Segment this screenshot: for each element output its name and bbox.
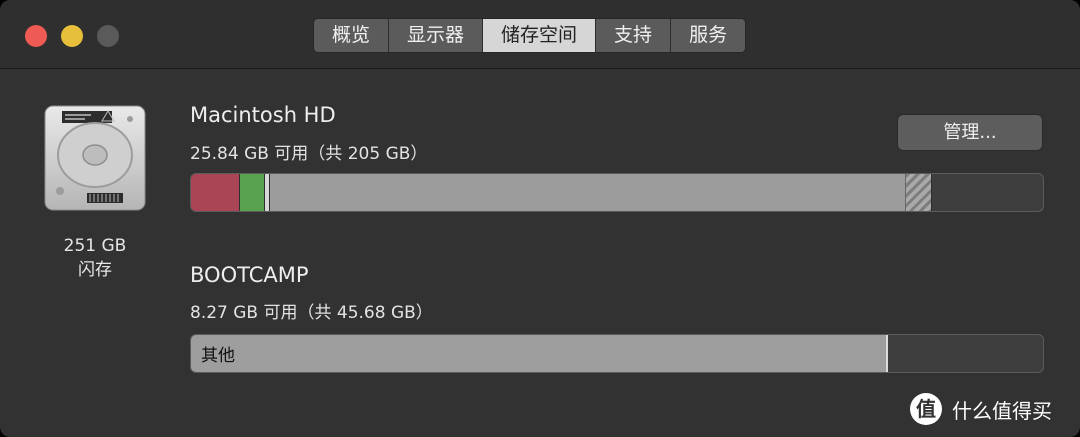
disk-type: 闪存	[78, 260, 112, 280]
tab-storage[interactable]: 储存空间	[483, 19, 597, 52]
manage-button[interactable]: 管理...	[897, 114, 1043, 151]
volume-availability: 8.27 GB 可用（共 45.68 GB）	[190, 303, 433, 323]
usage-segment-documents[interactable]	[240, 174, 265, 211]
volume-availability: 25.84 GB 可用（共 205 GB）	[190, 144, 428, 164]
tab-service[interactable]: 服务	[671, 19, 746, 52]
close-button[interactable]	[25, 25, 47, 47]
system-info-window: 概览 显示器 储存空间 支持 服务 251 GB 闪存 Macintosh HD…	[0, 0, 1080, 437]
usage-segment-purgeable[interactable]	[906, 174, 932, 211]
watermark: 值 什么值得买	[910, 393, 1052, 425]
volume-name: Macintosh HD	[190, 103, 336, 127]
tab-bar: 概览 显示器 储存空间 支持 服务	[313, 18, 747, 53]
minimize-button[interactable]	[61, 25, 83, 47]
tab-support[interactable]: 支持	[596, 19, 672, 52]
watermark-text: 什么值得买	[952, 398, 1052, 423]
usage-segment-label: 其他	[201, 346, 235, 366]
usage-segment-apps[interactable]	[191, 174, 240, 211]
storage-usage-bar[interactable]: 其他	[190, 334, 1044, 373]
disk-capacity: 251 GB	[63, 236, 127, 256]
tab-overview[interactable]: 概览	[314, 19, 390, 52]
disk-summary: 251 GB 闪存	[40, 234, 150, 282]
watermark-logo-icon: 值	[910, 393, 942, 425]
title-bar: 概览 显示器 储存空间 支持 服务	[0, 0, 1080, 69]
storage-usage-bar[interactable]	[190, 173, 1044, 212]
usage-segment-other[interactable]	[270, 174, 906, 211]
usage-segment-other[interactable]: 其他	[191, 335, 888, 372]
tab-displays[interactable]: 显示器	[389, 19, 484, 52]
hard-drive-icon	[44, 105, 146, 211]
volume-name: BOOTCAMP	[190, 263, 309, 287]
zoom-button[interactable]	[97, 25, 119, 47]
